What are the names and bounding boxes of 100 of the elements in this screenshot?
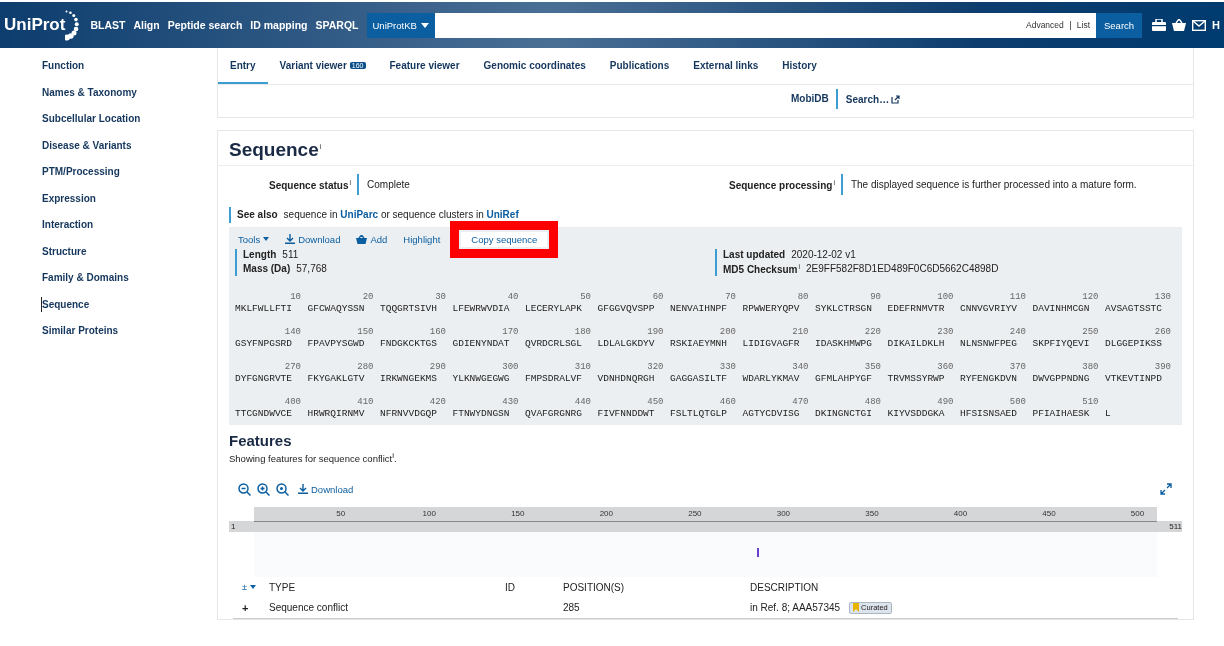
residue-number: 260 bbox=[1154, 326, 1171, 338]
tick-label: 350 bbox=[865, 508, 879, 519]
tab[interactable]: Genomic coordinates bbox=[471, 48, 598, 84]
residue-number: 70 bbox=[725, 291, 736, 303]
toolbar-button[interactable]: Download bbox=[282, 231, 344, 247]
sequence-text: MKLFWLLFTI bbox=[235, 302, 292, 314]
residue-number: 200 bbox=[719, 326, 736, 338]
residue-number: 380 bbox=[1082, 361, 1099, 373]
sequence-text: LECERYLAPK bbox=[525, 302, 582, 314]
residue-number: 350 bbox=[864, 361, 881, 373]
nav-link[interactable]: Align bbox=[133, 19, 160, 31]
sidebar-item[interactable]: Names & Taxonomy bbox=[41, 84, 217, 100]
sequence-text: QVRDCRLSGL bbox=[525, 337, 582, 349]
toolbar-button[interactable]: Highlight bbox=[400, 231, 444, 247]
sidebar-item[interactable]: Expression bbox=[41, 190, 217, 206]
nav-link[interactable]: Peptide search bbox=[167, 19, 243, 31]
sequence-text: VTKEVTINPD bbox=[1105, 372, 1162, 384]
section-title: Sequence$^{i}$ bbox=[218, 131, 1193, 166]
tab[interactable]: History bbox=[770, 48, 829, 84]
sequence-text: SYKLCTRSGN bbox=[815, 302, 872, 314]
nav-link[interactable]: BLAST bbox=[90, 19, 126, 31]
tick-label: 250 bbox=[688, 508, 702, 519]
residue-number: 90 bbox=[870, 291, 881, 303]
sequence-text: TRVMSSYRWP bbox=[887, 372, 945, 384]
sidebar-item[interactable]: Subcellular Location bbox=[41, 111, 217, 126]
column-header: DESCRIPTION bbox=[750, 581, 819, 593]
tick-label: 511 bbox=[1169, 521, 1182, 532]
residue-number: 50 bbox=[580, 291, 591, 303]
nav-link[interactable]: SPARQL bbox=[315, 19, 359, 31]
residue-number: 290 bbox=[429, 361, 446, 373]
tick-label: 200 bbox=[599, 508, 613, 519]
sequence-text: NFRNVVDGQP bbox=[380, 407, 437, 419]
bookmark-icon bbox=[853, 603, 860, 613]
search-option-link[interactable]: Advanced bbox=[1026, 20, 1064, 30]
sequence-text: YLKNWGEGWG bbox=[452, 372, 510, 384]
residue-number: 30 bbox=[435, 291, 446, 303]
tick-label: 1 bbox=[231, 521, 236, 532]
sequence-text: FIVFNNDDWT bbox=[597, 407, 655, 419]
sequence-text: VDNHDNQRGH bbox=[597, 372, 655, 384]
sidebar-item[interactable]: Disease & Variants bbox=[41, 137, 217, 153]
residue-number: 270 bbox=[284, 361, 301, 373]
residue-number: 250 bbox=[1082, 326, 1099, 338]
sequence-text: KIYVSDDGKA bbox=[887, 407, 945, 419]
database-dropdown[interactable]: UniProtKB bbox=[366, 12, 435, 38]
tab[interactable]: Publications bbox=[597, 48, 682, 84]
section-title: Features bbox=[229, 431, 293, 449]
expand-all-toggle[interactable]: ± bbox=[233, 582, 269, 593]
expand-toggle[interactable]: + bbox=[233, 601, 269, 614]
table-cell: in Ref. 8; AAA57345 bbox=[750, 602, 841, 614]
sequence-text: NLNSNWFPEG bbox=[960, 337, 1017, 349]
sidebar-item[interactable]: Similar Proteins bbox=[41, 323, 217, 338]
tab[interactable]: Entry bbox=[218, 48, 268, 84]
search-option-link[interactable]: List bbox=[1076, 20, 1091, 30]
feature-marker[interactable] bbox=[756, 547, 759, 557]
residue-number: 510 bbox=[1082, 396, 1099, 408]
residue-number: 330 bbox=[719, 361, 736, 373]
tick-label: 50 bbox=[336, 508, 346, 519]
tab[interactable]: External links bbox=[681, 48, 771, 84]
residue-number: 320 bbox=[647, 361, 664, 373]
sequence-text: TTCGNDWVCE bbox=[235, 407, 292, 419]
sequence-text: DWVGPPNDNG bbox=[1032, 372, 1090, 384]
table-cell-text: 285 bbox=[563, 602, 581, 614]
sidebar-item[interactable]: Structure bbox=[41, 243, 217, 259]
tick-label: 450 bbox=[1042, 508, 1056, 519]
residue-number: 220 bbox=[864, 326, 881, 338]
sequence-text: IDASKHMWPG bbox=[815, 337, 872, 349]
residue-number: 300 bbox=[502, 361, 519, 373]
logo-text[interactable]: UniProt bbox=[4, 15, 66, 35]
sidebar-item[interactable]: Interaction bbox=[41, 217, 217, 232]
sequence-text: RYFENGKDVN bbox=[960, 372, 1017, 384]
search-field[interactable]: Advanced List bbox=[434, 12, 1097, 38]
zoom-reset-icon bbox=[276, 482, 289, 496]
sequence-text: GFMLAHPYGF bbox=[815, 372, 872, 384]
sidebar-item[interactable]: Family & Domains bbox=[41, 270, 217, 285]
tick-label: 500 bbox=[1130, 508, 1145, 519]
caret-icon bbox=[263, 237, 270, 242]
field-value: 57,768 bbox=[296, 263, 327, 275]
residue-number: 20 bbox=[362, 291, 374, 303]
tick-label: 300 bbox=[776, 508, 791, 519]
residue-number: 130 bbox=[1154, 291, 1171, 303]
search-button[interactable]: Search bbox=[1096, 12, 1143, 38]
residue-number: 240 bbox=[1009, 326, 1026, 338]
residue-number: 390 bbox=[1154, 361, 1171, 373]
toolbar-button[interactable]: Add bbox=[353, 231, 391, 247]
row-label: MobiDB bbox=[791, 89, 838, 109]
download-button[interactable]: Download bbox=[295, 481, 357, 497]
sequence-text: DYFGNGRVTE bbox=[235, 372, 292, 384]
see-also-text: sequence in UniParc or sequence clusters in UniRef bbox=[283, 208, 519, 223]
sequence-text: FPAVPYSGWD bbox=[307, 337, 365, 349]
toolbar-button[interactable]: Tools bbox=[235, 231, 273, 247]
sidebar-item[interactable]: Function bbox=[41, 58, 217, 73]
download-icon bbox=[285, 234, 296, 245]
sidebar-item[interactable]: PTM/Processing bbox=[41, 164, 217, 179]
sequence-text: GDIENYNDAT bbox=[452, 337, 510, 349]
cut-off-text: H bbox=[1212, 19, 1220, 31]
sequence-text: QVAFGRGNRG bbox=[525, 407, 582, 419]
tab[interactable]: Feature viewer bbox=[377, 48, 472, 84]
residue-number: 370 bbox=[1009, 361, 1026, 373]
nav-link[interactable]: ID mapping bbox=[250, 19, 308, 31]
external-link[interactable]: Search… bbox=[845, 93, 901, 105]
